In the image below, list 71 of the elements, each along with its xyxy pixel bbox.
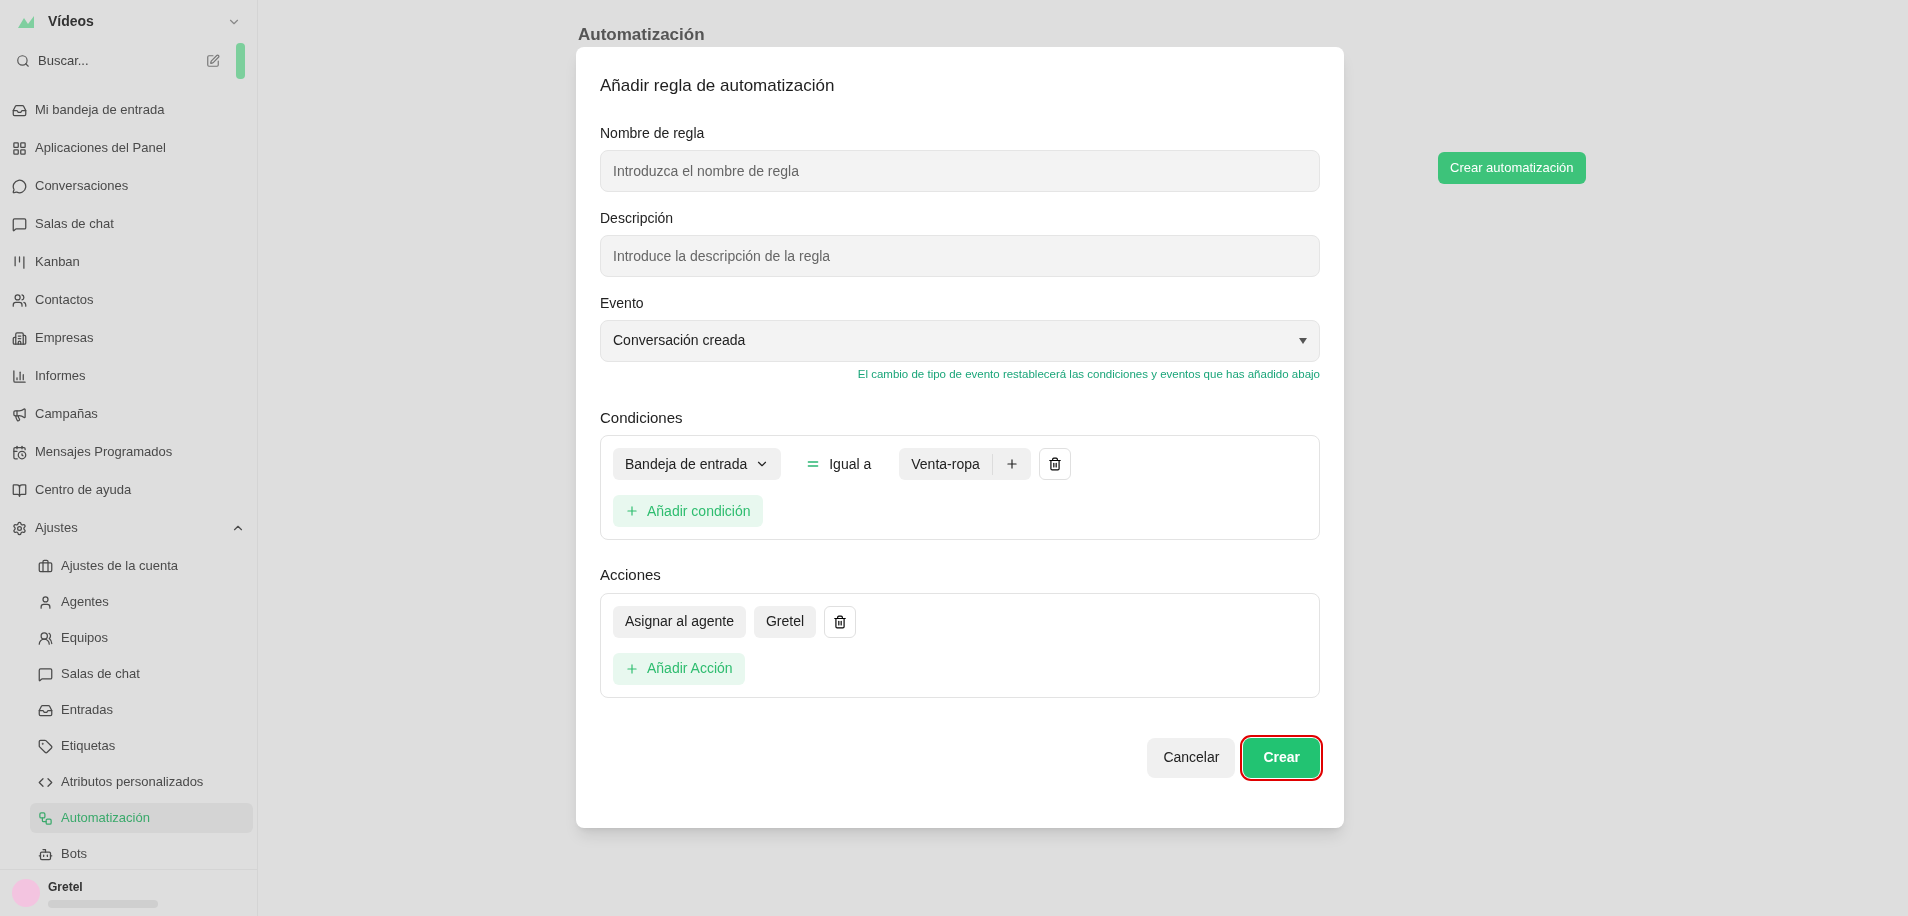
sidebar-item[interactable]: Ajustes [4,513,253,543]
action-dropdown[interactable]: Asignar al agente [613,605,746,638]
dropdown-triangle-icon [1299,337,1307,344]
menu-icon [38,702,53,718]
delete-button[interactable] [824,605,857,638]
sidebar-item[interactable]: Mensajes Programados [4,437,253,467]
trash-icon [833,614,848,629]
menu-icon [38,558,53,574]
event-hint: El cambio de tipo de evento restablecerá las condiciones y eventos que has añadido abajo [857,366,1320,382]
plus-icon [1004,457,1019,472]
menu-icon [38,594,53,610]
compose-icon [206,54,220,68]
menu-icon [12,520,27,536]
sidebar-item[interactable]: Aplicaciones del Panel [4,133,253,163]
menu-icon [12,140,27,156]
sidebar-item[interactable]: Entradas [30,695,253,725]
scroll-indicator [236,43,245,79]
menu-icon [38,846,53,862]
menu-icon [12,444,27,460]
sidebar-item[interactable]: Etiquetas [30,731,253,761]
sidebar-item[interactable]: Contactos [4,285,253,315]
sidebar-item[interactable]: Salas de chat [30,659,253,689]
sidebar-item[interactable]: Bots [30,839,253,869]
operator-label: Igual a [829,454,872,474]
menu-icon [38,810,53,826]
sidebar-item[interactable]: Equipos [30,623,253,653]
input-field[interactable]: Introduzca el nombre de regla [600,149,1320,192]
sidebar-item[interactable]: Centro de ayuda [4,475,253,505]
menu-icon [12,368,27,384]
sidebar-item[interactable]: Agentes [30,587,253,617]
menu-icon [12,482,27,498]
sidebar-item[interactable]: Campañas [4,399,253,429]
page-title: Automatización [578,24,706,46]
user-name: Gretel [48,879,84,896]
sidebar-item[interactable]: Empresas [4,323,253,353]
field-label: Nombre de regla [600,123,706,143]
menu-icon [12,254,27,270]
sidebar-item[interactable]: Salas de chat [4,209,253,239]
sidebar-item[interactable]: Conversaciones [4,171,253,201]
menu-icon [12,406,27,422]
sidebar-item[interactable]: Atributos personalizados [30,767,253,797]
dialog-title: Añadir regla de automatización [600,75,836,97]
sidebar-item[interactable]: Mi bandeja de entrada [4,95,253,125]
attribute-dropdown[interactable]: Bandeja de entrada [613,448,782,481]
menu-icon [12,216,27,232]
sidebar-item[interactable]: Ajustes de la cuenta [30,551,253,581]
field-label: Descripción [600,208,675,228]
menu-icon [12,330,27,346]
workspace-name: Vídeos [48,12,95,31]
cancel-button[interactable]: Cancelar [1147,737,1236,778]
menu-icon [38,666,53,682]
menu-icon [12,102,27,118]
sidebar-item[interactable]: Informes [4,361,253,391]
event-select[interactable]: Conversación creada [600,319,1320,362]
plus-icon [625,504,639,519]
section-label: Condiciones [600,407,684,428]
plus-icon [625,661,639,676]
search-field[interactable]: Buscar... [38,51,188,71]
menu-icon [38,630,53,646]
field-label: Evento [600,293,645,313]
menu-icon [12,178,27,194]
trash-icon [1047,457,1062,472]
search-icon [16,54,30,68]
input-field[interactable]: Introduce la descripción de la regla [600,234,1320,277]
delete-button[interactable] [1038,448,1071,481]
sidebar-item[interactable]: Kanban [4,247,253,277]
value-chip[interactable]: Venta-ropa [899,448,1031,481]
menu-icon [12,292,27,308]
agent-dropdown[interactable]: Gretel [753,605,817,638]
section-label: Acciones [600,565,662,586]
menu-icon [38,738,53,754]
